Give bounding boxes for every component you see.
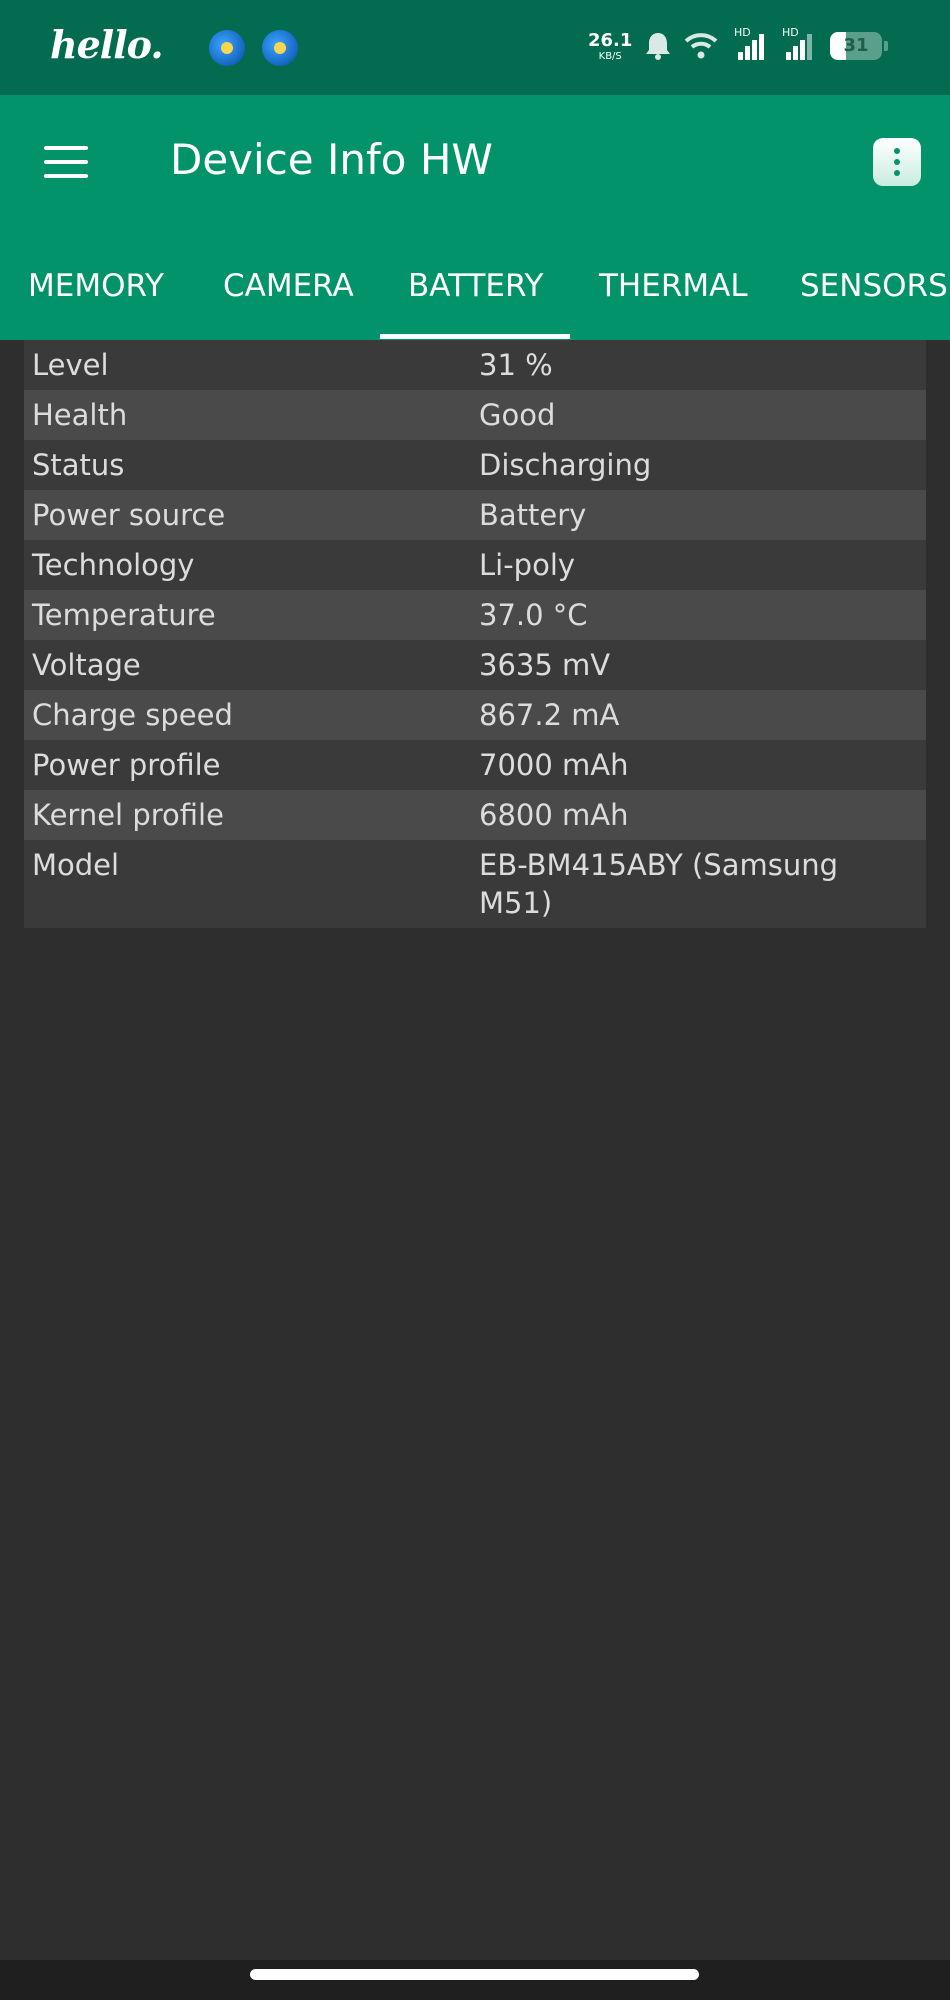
- home-indicator[interactable]: [250, 1969, 699, 1980]
- row-value: Li-poly: [479, 548, 576, 582]
- app-title: Device Info HW: [170, 135, 493, 184]
- row-label: Power profile: [32, 748, 221, 782]
- tab-thermal[interactable]: THERMAL: [599, 240, 748, 340]
- row-value: 31 %: [479, 348, 553, 382]
- tab-bar: MEMORY CAMERA BATTERY THERMAL SENSORS: [0, 240, 950, 340]
- app-bar: Device Info HW MEMORY CAMERA BATTERY THE…: [0, 95, 950, 340]
- table-row: Status Discharging: [24, 440, 926, 490]
- row-value: Battery: [479, 498, 587, 532]
- pool-ball-app-icon: [209, 30, 245, 66]
- tab-camera[interactable]: CAMERA: [223, 240, 354, 340]
- signal-icon: HD: [782, 26, 812, 60]
- row-value: 3635 mV: [479, 648, 611, 682]
- selected-tab-indicator: [380, 334, 570, 339]
- row-label: Model: [32, 848, 120, 882]
- table-row: Power profile 7000 mAh: [24, 740, 926, 790]
- hd-label: HD: [734, 26, 751, 39]
- table-row: Technology Li-poly: [24, 540, 926, 590]
- table-row: Kernel profile 6800 mAh: [24, 790, 926, 840]
- table-row: Health Good: [24, 390, 926, 440]
- table-row: Voltage 3635 mV: [24, 640, 926, 690]
- row-value: 7000 mAh: [479, 748, 629, 782]
- row-label: Charge speed: [32, 698, 233, 732]
- table-row: Charge speed 867.2 mA: [24, 690, 926, 740]
- table-row: Model EB-BM415ABY (Samsung M51): [24, 840, 926, 928]
- row-value: Good: [479, 398, 556, 432]
- more-vertical-icon[interactable]: [873, 138, 921, 186]
- row-value: 6800 mAh: [479, 798, 629, 832]
- bell-icon: [646, 33, 670, 60]
- row-value: 867.2 mA: [479, 698, 620, 732]
- table-row: Level 31 %: [24, 340, 926, 390]
- row-label: Power source: [32, 498, 226, 532]
- row-label: Health: [32, 398, 128, 432]
- hd-label: HD: [782, 26, 799, 39]
- battery-percent: 31: [843, 35, 869, 56]
- row-label: Voltage: [32, 648, 141, 682]
- network-speed-unit: KB/S: [598, 51, 622, 62]
- row-label: Kernel profile: [32, 798, 224, 832]
- battery-icon: 31: [830, 32, 882, 60]
- row-label: Level: [32, 348, 109, 382]
- status-bar: hello. 26.1 KB/S HD HD 31: [0, 0, 950, 95]
- wifi-icon: [684, 33, 718, 59]
- gesture-bar: [0, 1960, 950, 2000]
- row-label: Technology: [32, 548, 195, 582]
- hamburger-menu-icon[interactable]: [40, 140, 92, 190]
- battery-info-table: Level 31 % Health Good Status Dischargin…: [24, 340, 926, 928]
- table-row: Temperature 37.0 °C: [24, 590, 926, 640]
- network-speed-value: 26.1: [588, 30, 633, 51]
- pool-ball-app-icon: [262, 30, 298, 66]
- signal-icon: HD: [734, 26, 764, 60]
- row-label: Temperature: [32, 598, 216, 632]
- row-value: Discharging: [479, 448, 652, 482]
- table-row: Power source Battery: [24, 490, 926, 540]
- row-value: 37.0 °C: [479, 598, 588, 632]
- row-label: Status: [32, 448, 125, 482]
- tab-sensors[interactable]: SENSORS: [800, 240, 948, 340]
- tab-battery[interactable]: BATTERY: [408, 240, 543, 340]
- tab-memory[interactable]: MEMORY: [28, 240, 164, 340]
- network-speed: 26.1 KB/S: [588, 32, 632, 62]
- hello-logo: hello.: [50, 22, 164, 67]
- row-value: EB-BM415ABY (Samsung M51): [479, 848, 839, 920]
